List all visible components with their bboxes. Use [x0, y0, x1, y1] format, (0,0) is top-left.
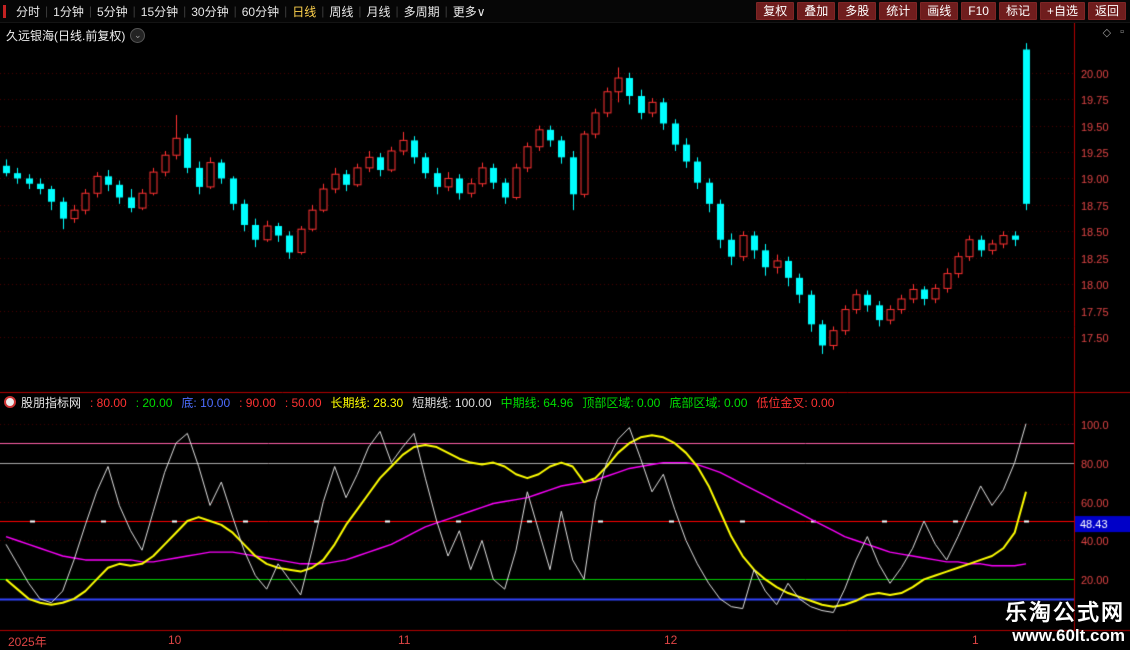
toolbar-period-6[interactable]: 60分钟 — [237, 3, 284, 20]
toolbar-period-1[interactable]: 分时 — [11, 3, 45, 20]
indicator-param-10: 顶部区域: 0.00 — [582, 396, 660, 410]
toolbar-right: 复权叠加多股统计画线F10标记+自选返回 — [756, 2, 1130, 20]
toolbar-button-9[interactable]: 返回 — [1088, 2, 1126, 20]
toolbar-period-9[interactable]: 月线 — [362, 3, 396, 20]
indicator-params: 股朋指标网 : 80.00 : 20.00 底: 10.00 : 90.00 : 50.0… — [21, 394, 843, 411]
indicator-param-5: : 90.00 — [239, 396, 276, 410]
top-toolbar: 分时|1分钟|5分钟|15分钟|30分钟|60分钟|日线|周线|月线|多周期|更… — [0, 0, 1130, 23]
indicator-param-6: : 50.00 — [285, 396, 322, 410]
toolbar-period-8[interactable]: 周线 — [324, 3, 358, 20]
toolbar-accent-bar — [3, 5, 6, 18]
box-icon[interactable]: ▫ — [1120, 26, 1124, 39]
toolbar-button-5[interactable]: 画线 — [920, 2, 958, 20]
toolbar-period-7[interactable]: 日线 — [287, 3, 321, 20]
indicator-param-4: 底: 10.00 — [181, 396, 230, 410]
indicator-logo-icon — [4, 396, 16, 408]
window-icons: ◇ ▫ — [1103, 26, 1124, 39]
indicator-param-7: 长期线: 28.30 — [331, 396, 404, 410]
date-label-2: 10 — [168, 633, 181, 647]
indicator-param-2: : 80.00 — [90, 396, 127, 410]
toolbar-button-2[interactable]: 叠加 — [797, 2, 835, 20]
title-dropdown-icon[interactable]: ⌄ — [130, 28, 145, 43]
indicator-param-3: : 20.00 — [136, 396, 173, 410]
toolbar-period-3[interactable]: 5分钟 — [92, 3, 133, 20]
toolbar-period-11[interactable]: 更多∨ — [448, 3, 491, 20]
app-root: 分时|1分钟|5分钟|15分钟|30分钟|60分钟|日线|周线|月线|多周期|更… — [0, 0, 1130, 650]
date-axis: 2025年 10 11 12 1 — [0, 633, 1130, 649]
toolbar-button-1[interactable]: 复权 — [756, 2, 794, 20]
date-label-1: 2025年 — [8, 633, 47, 650]
watermark-site-name: 乐淘公式网 — [1005, 601, 1125, 626]
toolbar-button-8[interactable]: +自选 — [1040, 2, 1085, 20]
indicator-param-8: 短期线: 100.00 — [412, 396, 491, 410]
toolbar-period-10[interactable]: 多周期 — [399, 3, 445, 20]
indicator-header[interactable]: 股朋指标网 : 80.00 : 20.00 底: 10.00 : 90.00 : 50.0… — [4, 394, 843, 410]
indicator-param-9: 中期线: 64.96 — [501, 396, 574, 410]
indicator-param-11: 底部区域: 0.00 — [669, 396, 747, 410]
date-label-3: 11 — [398, 633, 410, 647]
watermark: 乐淘公式网 www.60lt.com — [1005, 601, 1125, 645]
date-label-5: 1 — [972, 633, 979, 647]
diamond-icon[interactable]: ◇ — [1103, 26, 1111, 39]
toolbar-left: 分时|1分钟|5分钟|15分钟|30分钟|60分钟|日线|周线|月线|多周期|更… — [11, 3, 756, 20]
chart-canvas[interactable] — [0, 0, 1130, 650]
chart-title-bar: 久远银海(日线.前复权) ⌄ — [6, 27, 145, 44]
toolbar-period-5[interactable]: 30分钟 — [186, 3, 233, 20]
toolbar-period-4[interactable]: 15分钟 — [136, 3, 183, 20]
date-label-4: 12 — [664, 633, 677, 647]
indicator-param-12: 低位金叉: 0.00 — [756, 396, 834, 410]
toolbar-button-7[interactable]: 标记 — [999, 2, 1037, 20]
toolbar-period-2[interactable]: 1分钟 — [48, 3, 89, 20]
stock-title: 久远银海(日线.前复权) — [6, 27, 125, 44]
toolbar-button-3[interactable]: 多股 — [838, 2, 876, 20]
watermark-url: www.60lt.com — [1005, 626, 1125, 645]
toolbar-button-4[interactable]: 统计 — [879, 2, 917, 20]
toolbar-button-6[interactable]: F10 — [961, 2, 996, 20]
indicator-param-1: 股朋指标网 — [21, 396, 81, 410]
